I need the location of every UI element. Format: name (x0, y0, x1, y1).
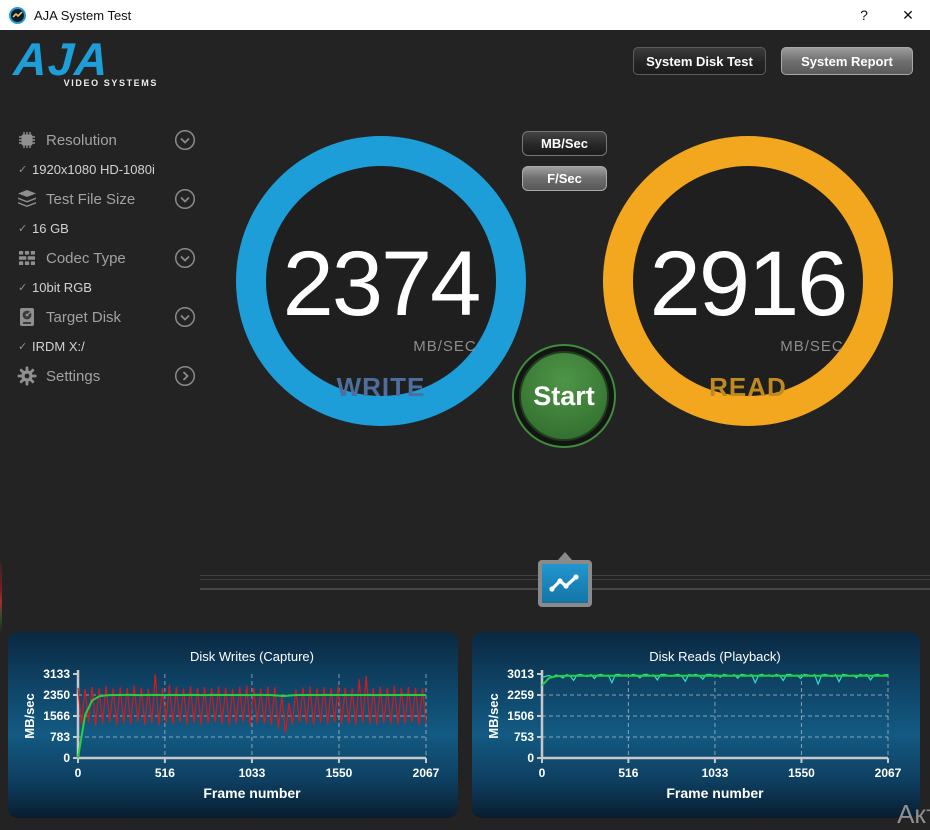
write-speed-value: 2374 (282, 233, 482, 335)
chevron-right-icon[interactable] (174, 365, 196, 387)
title-bar: AJA System Test ? ✕ (0, 0, 930, 30)
check-icon: ✓ (18, 163, 28, 176)
sidebar-item-label: Codec Type (46, 249, 126, 267)
sidebar-item-resolution[interactable]: Resolution (16, 126, 196, 154)
write-gauge-label: WRITE (336, 372, 426, 402)
window-title: AJA System Test (34, 7, 132, 23)
sidebar-item-label: Test File Size (46, 190, 136, 208)
svg-text:1550: 1550 (788, 766, 815, 780)
codec-icon (16, 247, 38, 269)
chip-icon (16, 129, 38, 151)
svg-text:1506: 1506 (507, 709, 534, 723)
svg-text:2067: 2067 (875, 766, 902, 780)
aja-logo: AJA VIDEO SYSTEMS (12, 33, 164, 96)
svg-text:Disk Reads (Playback): Disk Reads (Playback) (649, 649, 781, 664)
write-gauge: 2374 MB/SEC WRITE (236, 136, 526, 426)
svg-text:1550: 1550 (326, 766, 353, 780)
svg-text:3013: 3013 (507, 667, 534, 681)
watermark-text: Акт (897, 799, 930, 829)
svg-text:2259: 2259 (507, 688, 534, 702)
line-chart-icon (542, 564, 588, 603)
read-speed-unit: MB/SEC (780, 338, 844, 355)
chevron-down-icon[interactable] (174, 247, 196, 269)
fsec-toggle-button[interactable]: F/Sec (522, 166, 607, 191)
sidebar-item-target-disk[interactable]: Target Disk (16, 303, 196, 331)
sidebar-item-codec-type[interactable]: Codec Type (16, 244, 196, 272)
svg-text:MB/sec: MB/sec (486, 693, 501, 739)
read-gauge-label: READ (709, 372, 787, 402)
read-gauge: 2916 MB/SEC READ (603, 136, 893, 426)
svg-text:0: 0 (539, 766, 546, 780)
write-gauge-face: 2374 MB/SEC WRITE (266, 166, 496, 402)
system-report-button[interactable]: System Report (781, 47, 913, 75)
svg-text:Disk Writes (Capture): Disk Writes (Capture) (190, 649, 314, 664)
svg-text:Frame number: Frame number (203, 785, 301, 801)
svg-text:1033: 1033 (239, 766, 266, 780)
chevron-down-icon[interactable] (174, 188, 196, 210)
chevron-down-icon[interactable] (174, 129, 196, 151)
codec-type-selected-value[interactable]: ✓ 10bit RGB (18, 277, 208, 297)
chevron-down-icon[interactable] (174, 306, 196, 328)
check-icon: ✓ (18, 222, 28, 235)
svg-text:0: 0 (527, 751, 534, 765)
sidebar-item-label: Target Disk (46, 308, 122, 326)
sidebar-item-test-file-size[interactable]: Test File Size (16, 185, 196, 213)
check-icon: ✓ (18, 340, 28, 353)
svg-text:2350: 2350 (43, 688, 70, 702)
app-icon (9, 6, 26, 24)
sidebar-item-settings[interactable]: Settings (16, 362, 196, 390)
svg-text:1566: 1566 (43, 709, 70, 723)
write-speed-unit: MB/SEC (413, 338, 477, 355)
charts-toggle-button[interactable] (538, 552, 592, 607)
system-disk-test-button[interactable]: System Disk Test (633, 47, 766, 75)
mbsec-toggle-button[interactable]: MB/Sec (522, 131, 607, 156)
svg-text:2067: 2067 (413, 766, 440, 780)
resolution-selected-value[interactable]: ✓ 1920x1080 HD-1080i (18, 159, 208, 179)
check-icon: ✓ (18, 281, 28, 294)
start-button-face: Start (519, 351, 609, 441)
svg-text:516: 516 (155, 766, 175, 780)
svg-text:0: 0 (75, 766, 82, 780)
layers-icon (16, 188, 38, 210)
disk-writes-chart: 0 783 1566 2350 3133 0 516 1033 1550 2067 Disk Wri… (8, 632, 458, 818)
read-gauge-face: 2916 MB/SEC READ (633, 166, 863, 402)
read-speed-value: 2916 (649, 233, 849, 335)
edge-artifact (0, 563, 2, 633)
aja-logo-text: AJA (12, 33, 111, 85)
svg-text:516: 516 (618, 766, 638, 780)
svg-text:1033: 1033 (702, 766, 729, 780)
sidebar-item-label: Resolution (46, 131, 117, 149)
svg-text:3133: 3133 (43, 667, 70, 681)
sidebar-item-label: Settings (46, 367, 101, 385)
target-disk-selected-value[interactable]: ✓ IRDM X:/ (18, 336, 208, 356)
disk-reads-chart: 0 753 1506 2259 3013 0 516 1033 1550 2067 Disk Rea… (472, 632, 920, 818)
svg-text:0: 0 (63, 751, 70, 765)
start-button-label: Start (533, 380, 595, 411)
disk-icon (16, 306, 38, 328)
help-button[interactable]: ? (842, 0, 886, 30)
start-button[interactable]: Start (512, 344, 616, 448)
main-content: AJA VIDEO SYSTEMS System Disk Test Syste… (0, 30, 930, 829)
close-button[interactable]: ✕ (886, 0, 930, 30)
svg-text:MB/sec: MB/sec (22, 693, 37, 739)
gear-icon (16, 365, 38, 387)
test-file-size-selected-value[interactable]: ✓ 16 GB (18, 218, 208, 238)
svg-text:783: 783 (50, 730, 70, 744)
svg-text:Frame number: Frame number (666, 785, 764, 801)
svg-text:753: 753 (514, 730, 534, 744)
